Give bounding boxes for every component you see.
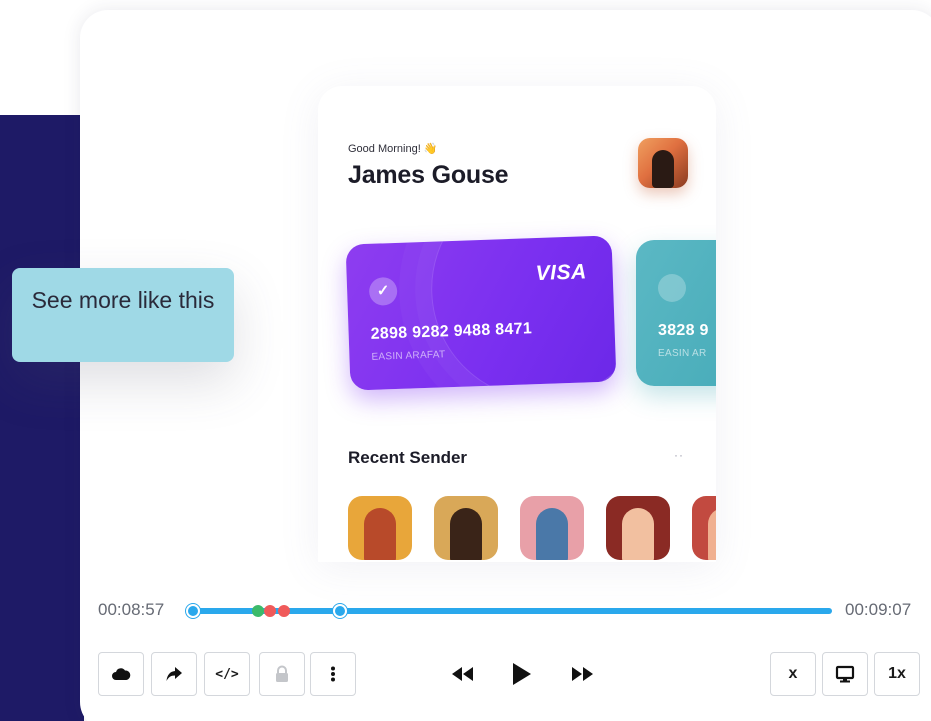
rewind-icon (452, 667, 473, 681)
greeting: Good Morning! 👋 (348, 142, 437, 155)
end-time: 00:09:07 (845, 600, 912, 619)
check-icon (658, 274, 686, 302)
sender-avatar[interactable] (434, 496, 498, 560)
timeline-marker[interactable] (278, 605, 290, 617)
lock-icon (276, 665, 288, 682)
see-more-label: See more like this (31, 287, 215, 313)
share-arrow-icon (166, 667, 182, 681)
current-time: 00:08:57 (98, 600, 165, 619)
display-button[interactable] (822, 652, 868, 696)
fast-forward-icon (572, 667, 593, 681)
timeline-marker[interactable] (252, 605, 264, 617)
range-start-handle[interactable] (186, 604, 200, 618)
share-button[interactable] (151, 652, 197, 696)
card-number: 2898 9282 9488 8471 (370, 320, 533, 343)
close-button[interactable]: x (770, 652, 816, 696)
sender-avatar[interactable] (606, 496, 670, 560)
playback-speed-button[interactable]: 1x (874, 652, 920, 696)
payment-card[interactable]: ✓ VISA 2898 9282 9488 8471 EASIN ARAFAT (345, 235, 617, 391)
rewind-button[interactable] (443, 656, 483, 692)
cloud-button[interactable] (98, 652, 144, 696)
card-holder: EASIN AR (658, 348, 707, 359)
timeline-marker[interactable] (264, 605, 276, 617)
card-number: 3828 9 (658, 322, 709, 339)
card-holder: EASIN ARAFAT (371, 349, 446, 363)
cloud-icon (112, 668, 131, 680)
card-brand: VISA (535, 260, 588, 286)
speed-label: 1x (888, 665, 906, 682)
profile-avatar[interactable] (638, 138, 688, 188)
sender-avatar[interactable] (348, 496, 412, 560)
lock-button[interactable] (259, 652, 305, 696)
section-title: Recent Sender (348, 448, 468, 467)
fast-forward-button[interactable] (562, 656, 602, 692)
payment-card[interactable]: 3828 9 EASIN AR (636, 240, 716, 386)
vertical-ellipsis-icon (331, 666, 335, 682)
monitor-icon (835, 665, 855, 683)
playhead-handle[interactable] (333, 604, 347, 618)
play-button[interactable] (501, 656, 541, 692)
more-options-button[interactable] (310, 652, 356, 696)
sender-avatar[interactable] (692, 496, 716, 560)
sender-avatar[interactable] (520, 496, 584, 560)
see-more-button[interactable]: See more like this (12, 268, 234, 362)
code-icon: </> (215, 666, 239, 682)
background-panel (0, 115, 84, 721)
user-name: James Gouse (348, 161, 509, 189)
wave-emoji: 👋 (423, 143, 438, 155)
app-preview: Good Morning! 👋 James Gouse ✓ VISA 2898 9… (318, 86, 716, 562)
play-icon (513, 663, 531, 685)
check-icon: ✓ (368, 276, 398, 306)
embed-code-button[interactable]: </> (204, 652, 250, 696)
more-icon[interactable]: ·· (674, 448, 684, 462)
close-icon: x (788, 665, 798, 682)
greeting-text: Good Morning! (348, 143, 421, 155)
